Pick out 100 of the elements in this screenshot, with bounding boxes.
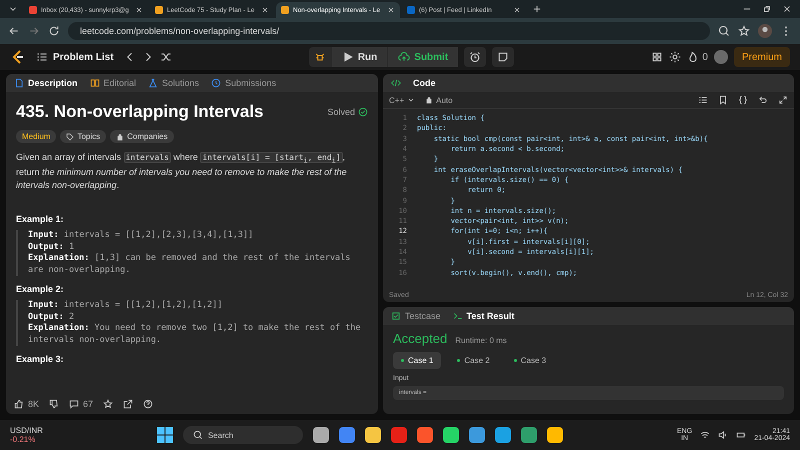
restore-icon[interactable] — [762, 4, 772, 14]
back-icon[interactable] — [8, 25, 20, 37]
code-icon — [391, 78, 401, 88]
example-line: Explanation: [1,3] can be removed and the rest of the intervals are non-overlapping. — [28, 253, 352, 276]
runtime-text: Runtime: 0 ms — [455, 336, 507, 345]
panel-tab[interactable]: Testcase — [391, 311, 441, 321]
like-button[interactable]: 8K — [14, 399, 40, 409]
ticker-label[interactable]: USD/INR — [10, 426, 43, 435]
avatar-icon[interactable] — [714, 50, 728, 64]
case-tab[interactable]: Case 3 — [506, 352, 554, 369]
new-tab-icon[interactable] — [532, 4, 542, 14]
problem-list-button[interactable]: Problem List — [32, 51, 118, 63]
submit-button[interactable]: Submit — [388, 47, 458, 67]
example-line: Output: 2 — [28, 312, 76, 323]
avatar-icon[interactable] — [758, 24, 772, 38]
tag-chip[interactable]: Medium — [16, 130, 56, 143]
site-icon — [281, 6, 289, 14]
thumbs-down-icon[interactable] — [49, 399, 60, 409]
problem-title: 435. Non-overlapping Intervals — [16, 102, 265, 122]
battery-icon[interactable] — [736, 430, 746, 440]
panel-tab[interactable]: Solutions — [148, 78, 200, 88]
logo-icon[interactable] — [10, 49, 26, 65]
dot-icon — [457, 359, 460, 362]
tag-icon — [66, 132, 74, 140]
close-tab-icon[interactable] — [513, 6, 521, 14]
share-icon[interactable] — [123, 399, 134, 409]
ticker-change[interactable]: -0.21% — [10, 435, 43, 444]
close-tab-icon[interactable] — [387, 6, 395, 14]
list-icon — [36, 51, 48, 63]
app-icon[interactable] — [364, 427, 381, 443]
comments-button[interactable]: 67 — [69, 399, 94, 409]
app-icon[interactable] — [468, 427, 485, 443]
panel-tab[interactable]: Description — [14, 78, 78, 88]
timer-button[interactable] — [464, 47, 486, 67]
app-icon[interactable] — [416, 427, 433, 443]
book-icon — [90, 78, 100, 88]
clock-icon — [211, 78, 222, 88]
bookmark-icon[interactable] — [718, 95, 728, 105]
close-icon[interactable] — [782, 4, 792, 14]
alarm-icon — [469, 51, 482, 63]
forward-icon[interactable] — [28, 25, 40, 37]
terminal-icon — [452, 311, 463, 321]
start-icon[interactable] — [156, 427, 173, 443]
panel-tab[interactable]: Editorial — [90, 78, 136, 88]
language-select[interactable]: C++ — [389, 96, 416, 104]
panel-title: Code — [413, 78, 436, 88]
app-icon[interactable] — [546, 427, 563, 443]
address-bar[interactable]: leetcode.com/problems/non-overlapping-intervals/ — [68, 22, 710, 40]
example-line: Input: intervals = [[1,2],[2,3],[3,4],[1,3]] — [28, 230, 254, 242]
format-icon[interactable] — [698, 95, 708, 105]
notes-button[interactable] — [492, 47, 514, 67]
star-icon[interactable] — [738, 25, 750, 37]
checkbox-icon — [391, 311, 401, 321]
close-tab-icon[interactable] — [261, 6, 269, 14]
comment-icon — [69, 399, 80, 409]
help-icon[interactable] — [143, 399, 154, 409]
site-icon — [155, 6, 163, 14]
premium-button[interactable]: Premium — [734, 47, 790, 67]
zoom-icon[interactable] — [718, 25, 730, 37]
expand-icon[interactable] — [778, 95, 788, 105]
tag-chip[interactable]: Companies — [110, 130, 174, 143]
lock-icon — [425, 96, 434, 104]
tag-chip[interactable]: Topics — [60, 130, 106, 143]
close-tab-icon[interactable] — [135, 6, 143, 14]
panel-tab[interactable]: Submissions — [211, 78, 276, 88]
app-icon[interactable] — [520, 427, 537, 443]
wifi-icon[interactable] — [700, 430, 710, 440]
site-icon — [407, 6, 415, 14]
undo-icon[interactable] — [758, 95, 768, 105]
braces-icon[interactable] — [738, 95, 748, 105]
app-icon[interactable] — [312, 427, 329, 443]
dot-icon — [401, 359, 404, 362]
example-heading: Example 3: — [16, 354, 65, 364]
case-tab[interactable]: Case 2 — [449, 352, 498, 369]
app-icon[interactable] — [338, 427, 355, 443]
panel-tab[interactable]: Test Result — [452, 311, 514, 321]
run-button[interactable]: Run — [332, 47, 388, 67]
note-icon — [497, 51, 510, 63]
lock-icon — [116, 132, 124, 140]
example-line: Explanation: You need to remove two [1,2] to make the rest of the intervals non-overlapping. — [28, 323, 362, 346]
star-icon[interactable] — [103, 399, 114, 409]
example-line: Input: intervals = [[1,2],[1,2],[1,2]] — [28, 300, 224, 312]
shuffle-icon[interactable] — [160, 51, 172, 63]
streak-counter[interactable]: 0 — [687, 51, 708, 63]
taskbar-search[interactable]: Search — [182, 426, 303, 444]
case-tab[interactable]: Case 1 — [393, 352, 442, 369]
thumbs-up-icon — [14, 399, 24, 409]
layout-icon[interactable] — [651, 51, 664, 63]
speaker-icon[interactable] — [718, 430, 728, 440]
flask-icon — [148, 78, 158, 88]
dot-icon — [514, 359, 517, 362]
app-icon[interactable] — [494, 427, 511, 443]
solved-status: Solved — [327, 107, 355, 117]
example-line: Output: 1 — [28, 242, 76, 253]
app-icon[interactable] — [442, 427, 459, 443]
reload-icon[interactable] — [48, 25, 60, 37]
auto-mode-label[interactable]: Auto — [425, 96, 453, 104]
chevron-down-icon — [407, 96, 416, 104]
bug-icon[interactable] — [314, 51, 326, 63]
cloud-upload-icon — [398, 51, 410, 63]
